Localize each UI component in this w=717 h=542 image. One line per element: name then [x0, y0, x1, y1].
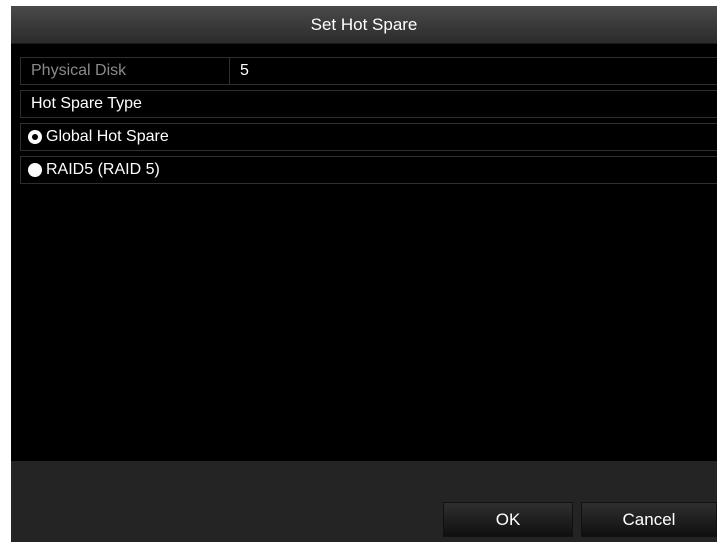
raid5-radio[interactable]: RAID5 (RAID 5) [21, 157, 221, 183]
hot-spare-type-row: Hot Spare Type [20, 90, 717, 118]
set-hot-spare-dialog: Set Hot Spare Physical Disk 5 Hot Spare … [11, 6, 717, 542]
dialog-title: Set Hot Spare [11, 6, 717, 44]
ok-button[interactable]: OK [443, 502, 573, 537]
raid5-row[interactable]: RAID5 (RAID 5) [20, 156, 717, 184]
physical-disk-label: Physical Disk [21, 58, 230, 84]
radio-unchecked-icon[interactable] [28, 163, 42, 177]
global-hot-spare-row[interactable]: Global Hot Spare [20, 123, 717, 151]
cancel-button[interactable]: Cancel [581, 502, 717, 537]
radio-checked-icon[interactable] [28, 130, 42, 144]
hot-spare-type-label: Hot Spare Type [31, 95, 142, 112]
physical-disk-row: Physical Disk 5 [20, 57, 717, 85]
physical-disk-value: 5 [240, 62, 249, 79]
dialog-content: Physical Disk 5 Hot Spare Type Global Ho… [11, 44, 717, 460]
dialog-footer: OK Cancel [11, 461, 717, 542]
global-hot-spare-radio[interactable]: Global Hot Spare [21, 124, 221, 150]
global-hot-spare-label[interactable]: Global Hot Spare [46, 124, 169, 150]
raid5-label[interactable]: RAID5 (RAID 5) [46, 157, 160, 183]
